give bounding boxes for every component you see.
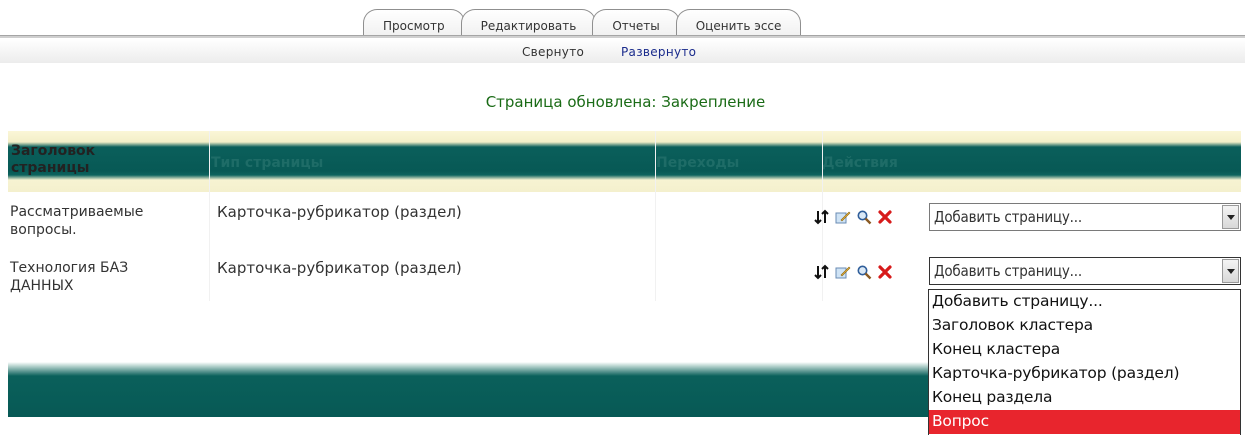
delete-icon[interactable] xyxy=(877,264,893,280)
dropdown-option-cluster-title[interactable]: Заголовок кластера xyxy=(929,314,1240,338)
tab-grade-essay[interactable]: Оценить эссе xyxy=(675,9,802,35)
row-page-title-line1: Технология БАЗ xyxy=(10,260,129,276)
tab-reports[interactable]: Отчеты xyxy=(592,9,680,35)
tabs-divider xyxy=(0,35,1245,38)
subtab-expanded[interactable]: Развернуто xyxy=(621,45,696,59)
add-page-select[interactable]: Добавить страницу... xyxy=(929,203,1241,231)
column-divider xyxy=(655,131,656,301)
row-page-type: Карточка-рубрикатор (раздел) xyxy=(217,203,462,221)
preview-icon[interactable] xyxy=(856,264,872,280)
row-actions xyxy=(814,264,893,280)
header-actions: Действия xyxy=(822,155,898,171)
header-jumps: Переходы xyxy=(656,155,740,171)
dropdown-option-cluster-end[interactable]: Конец кластера xyxy=(929,338,1240,362)
table-header: Заголовок страницы Тип страницы Переходы… xyxy=(8,131,1241,192)
subtab-collapsed[interactable]: Свернуто xyxy=(522,45,584,59)
table-footer xyxy=(8,362,928,417)
row-page-title-line2: вопросы. xyxy=(10,222,77,238)
add-page-select-value: Добавить страницу... xyxy=(934,208,1082,226)
row-actions xyxy=(814,209,893,225)
move-icon[interactable] xyxy=(814,209,830,225)
header-page-title-line2: страницы xyxy=(11,160,90,176)
preview-icon[interactable] xyxy=(856,209,872,225)
move-icon[interactable] xyxy=(814,264,830,280)
add-page-select-open[interactable]: Добавить страницу... xyxy=(929,257,1241,285)
chevron-down-icon[interactable] xyxy=(1222,259,1239,283)
dropdown-option-add-page[interactable]: Добавить страницу... xyxy=(929,290,1240,314)
row-page-title-line2: ДАННЫХ xyxy=(10,278,74,294)
tab-bar: Просмотр Редактировать Отчеты Оценить эс… xyxy=(0,0,1245,63)
chevron-down-icon[interactable] xyxy=(1222,205,1239,229)
header-page-title-line1: Заголовок xyxy=(11,143,96,159)
row-page-title: Рассматриваемые вопросы. xyxy=(10,203,143,239)
dropdown-option-branch-table[interactable]: Карточка-рубрикатор (раздел) xyxy=(929,362,1240,386)
tab-edit[interactable]: Редактировать xyxy=(460,9,597,35)
add-page-select-value: Добавить страницу... xyxy=(934,262,1082,280)
row-page-title-line1: Рассматриваемые xyxy=(10,204,144,220)
row-page-type: Карточка-рубрикатор (раздел) xyxy=(217,259,462,277)
update-notice: Страница обновлена: Закрепление xyxy=(485,93,766,111)
row-page-title: Технология БАЗ ДАННЫХ xyxy=(10,259,128,295)
delete-icon[interactable] xyxy=(877,209,893,225)
column-divider xyxy=(209,131,210,301)
header-page-title: Заголовок страницы xyxy=(11,143,95,177)
edit-icon[interactable] xyxy=(835,264,851,280)
edit-icon[interactable] xyxy=(835,209,851,225)
tabs-row: Просмотр Редактировать Отчеты Оценить эс… xyxy=(363,5,802,35)
add-page-dropdown-list: Добавить страницу... Заголовок кластера … xyxy=(928,289,1241,435)
dropdown-option-question[interactable]: Вопрос xyxy=(929,410,1240,434)
dropdown-option-section-end[interactable]: Конец раздела xyxy=(929,386,1240,410)
header-page-type: Тип страницы xyxy=(211,155,324,171)
subtabs-row: Свернуто Развернуто xyxy=(0,39,1245,63)
tab-view[interactable]: Просмотр xyxy=(363,9,465,35)
